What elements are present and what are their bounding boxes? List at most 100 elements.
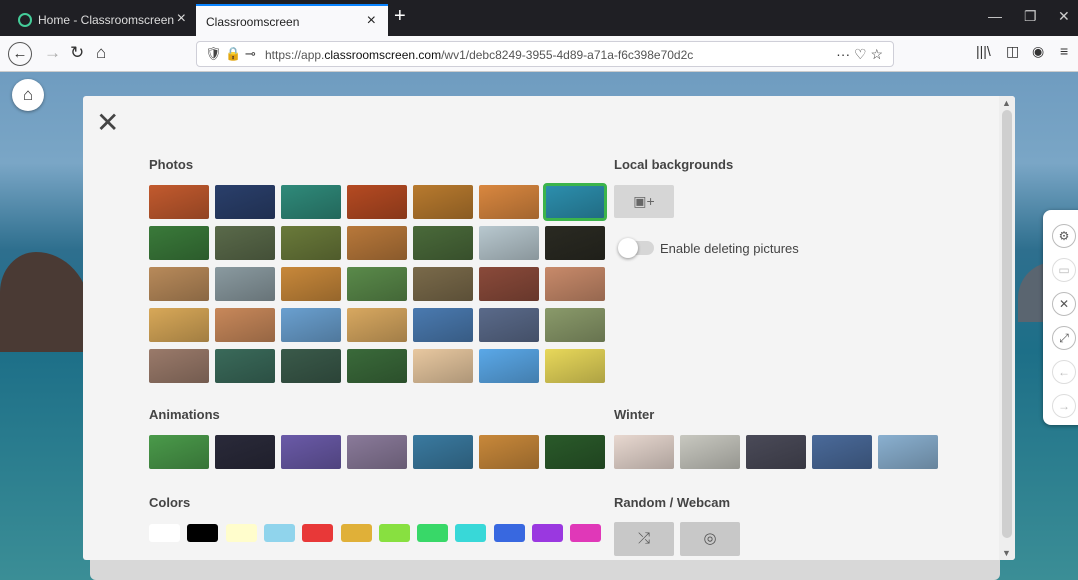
photo-thumbnail[interactable] [545, 226, 605, 260]
webcam-icon[interactable]: ◎ [680, 522, 740, 556]
photo-thumbnail[interactable] [413, 185, 473, 219]
winter-thumbnail[interactable] [680, 435, 740, 469]
add-image-icon[interactable]: ▣+ [614, 185, 674, 218]
hide-icon[interactable]: ✕ [1052, 292, 1076, 316]
photo-thumbnail[interactable] [215, 308, 275, 342]
photo-thumbnail[interactable] [281, 267, 341, 301]
url-domain: classroomscreen.com [324, 48, 442, 62]
color-swatch[interactable] [340, 524, 372, 542]
photo-thumbnail[interactable] [413, 308, 473, 342]
back-icon[interactable]: ← [8, 42, 32, 66]
photo-thumbnail[interactable] [149, 185, 209, 219]
photo-thumbnail[interactable] [413, 267, 473, 301]
menu-icon[interactable]: ≡ [1060, 43, 1068, 59]
photo-thumbnail[interactable] [545, 267, 605, 301]
photo-thumbnail[interactable] [281, 349, 341, 383]
delete-pictures-toggle[interactable] [618, 238, 654, 258]
winter-thumbnail[interactable] [614, 435, 674, 469]
url-bar[interactable]: 🛡 🔒 ⊸ https://app.classroomscreen.com/wv… [196, 41, 894, 67]
photo-thumbnail[interactable] [479, 308, 539, 342]
animation-thumbnail[interactable] [215, 435, 275, 469]
photo-thumbnail[interactable] [347, 349, 407, 383]
app-home-button[interactable]: ⌂ [12, 79, 44, 111]
settings-gear-icon[interactable]: ⚙ [1052, 224, 1076, 248]
color-swatch[interactable] [263, 524, 295, 542]
forward-icon[interactable]: → [44, 43, 61, 63]
library-icon[interactable]: |||\ [976, 43, 991, 59]
photo-thumbnail[interactable] [215, 349, 275, 383]
fullscreen-icon[interactable]: ⤢ [1052, 326, 1076, 350]
color-swatch[interactable] [302, 524, 334, 542]
photo-thumbnail[interactable] [413, 349, 473, 383]
photo-thumbnail[interactable] [479, 349, 539, 383]
color-swatch[interactable] [493, 524, 525, 542]
winter-thumbnail[interactable] [746, 435, 806, 469]
photo-thumbnail[interactable] [215, 226, 275, 260]
close-tab-icon[interactable]: × [367, 12, 376, 30]
color-swatch[interactable] [378, 524, 410, 542]
background-picker-panel: ✕ Photos Local backgrounds ▣+ Enable del… [83, 96, 1015, 560]
page-actions-icon[interactable]: ··· ♡ ☆ [836, 46, 883, 63]
color-swatch[interactable] [570, 524, 602, 542]
photo-thumbnail[interactable] [347, 308, 407, 342]
photo-thumbnail[interactable] [281, 185, 341, 219]
photo-thumbnail[interactable] [281, 308, 341, 342]
redo-arrow-icon[interactable]: → [1052, 394, 1076, 418]
security-icon: 🛡 🔒 ⊸ [205, 46, 256, 61]
tab-active[interactable]: Classroomscreen × [196, 4, 388, 36]
save-icon[interactable]: ▭ [1052, 258, 1076, 282]
winter-thumbnail[interactable] [812, 435, 872, 469]
scroll-thumb[interactable] [1002, 110, 1012, 538]
animation-thumbnail[interactable] [281, 435, 341, 469]
animation-thumbnail[interactable] [347, 435, 407, 469]
color-swatch[interactable] [532, 524, 563, 542]
color-swatch[interactable] [417, 524, 449, 542]
photo-thumbnail[interactable] [479, 267, 539, 301]
photo-thumbnail[interactable] [215, 267, 275, 301]
account-icon[interactable]: ◉ [1032, 43, 1044, 60]
tab-title: Home - Classroomscreen [38, 13, 175, 27]
photo-thumbnail[interactable] [479, 226, 539, 260]
reload-icon[interactable]: ↻ [70, 43, 84, 63]
close-icon[interactable]: ✕ [96, 106, 119, 139]
close-tab-icon[interactable]: × [177, 10, 186, 28]
photo-thumbnail[interactable] [347, 267, 407, 301]
photo-thumbnail[interactable] [545, 308, 605, 342]
photo-thumbnail[interactable] [543, 183, 607, 221]
color-swatch[interactable] [187, 524, 219, 542]
scrollbar[interactable]: ▲ ▼ [999, 96, 1015, 560]
scroll-up-icon[interactable]: ▲ [1002, 98, 1011, 108]
color-swatch[interactable] [455, 524, 487, 542]
close-window-icon[interactable]: ✕ [1058, 8, 1070, 25]
shuffle-icon[interactable]: ⤮ [614, 522, 674, 556]
photo-thumbnail[interactable] [149, 308, 209, 342]
winter-thumbnail[interactable] [878, 435, 938, 469]
photo-thumbnail[interactable] [149, 349, 209, 383]
animation-thumbnail[interactable] [479, 435, 539, 469]
nav-bar: ← → ↻ ⌂ 🛡 🔒 ⊸ https://app.classroomscree… [0, 36, 1078, 72]
scroll-down-icon[interactable]: ▼ [1002, 548, 1011, 558]
color-swatch[interactable] [225, 524, 257, 542]
toggle-label: Enable deleting pictures [660, 241, 799, 256]
undo-arrow-icon[interactable]: ← [1052, 360, 1076, 384]
toggle-knob [618, 238, 638, 258]
photo-thumbnail[interactable] [149, 267, 209, 301]
photo-thumbnail[interactable] [215, 185, 275, 219]
animation-thumbnail[interactable] [545, 435, 605, 469]
photo-thumbnail[interactable] [479, 185, 539, 219]
color-swatch[interactable] [149, 524, 180, 542]
restore-icon[interactable]: ❐ [1024, 8, 1037, 25]
new-tab-icon[interactable]: + [394, 5, 406, 28]
photo-thumbnail[interactable] [347, 185, 407, 219]
animation-thumbnail[interactable] [413, 435, 473, 469]
photo-thumbnail[interactable] [347, 226, 407, 260]
photo-thumbnail[interactable] [149, 226, 209, 260]
animation-thumbnail[interactable] [149, 435, 209, 469]
sidebar-icon[interactable]: ◫ [1006, 43, 1019, 60]
photo-thumbnail[interactable] [413, 226, 473, 260]
tab-home[interactable]: Home - Classroomscreen × [8, 4, 198, 36]
photo-thumbnail[interactable] [545, 349, 605, 383]
minimize-icon[interactable]: — [988, 8, 1002, 24]
photo-thumbnail[interactable] [281, 226, 341, 260]
home-icon[interactable]: ⌂ [96, 43, 106, 63]
